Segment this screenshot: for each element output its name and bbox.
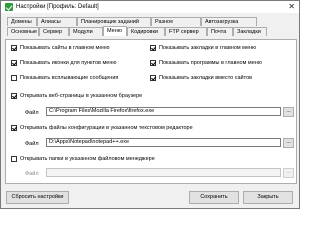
save-button[interactable]: Сохранить bbox=[189, 191, 239, 204]
show-bookmarks-sites-checkbox[interactable] bbox=[150, 75, 156, 81]
show-icons-label: Показывать иконки для пунктов меню bbox=[20, 60, 117, 66]
filemanager-path-field[interactable] bbox=[46, 168, 281, 177]
show-icons-checkbox[interactable] bbox=[11, 60, 17, 66]
filemanager-file-label: Файл bbox=[25, 171, 39, 177]
show-popup-option[interactable]: Показывать всплывающие сообщения bbox=[11, 75, 118, 81]
app-icon bbox=[5, 3, 13, 11]
tab-mail[interactable]: Почта bbox=[207, 27, 233, 36]
editor-checkbox[interactable] bbox=[11, 125, 17, 131]
show-sites-label: Показывать сайты в главном меню bbox=[20, 45, 110, 51]
editor-option-label: Открывать файлы конфигурации в указанном… bbox=[20, 125, 193, 131]
show-programs-checkbox[interactable] bbox=[150, 60, 156, 66]
tab-general[interactable]: Основные bbox=[7, 27, 39, 36]
show-bookmarks-sites-label: Показывать закладки вместо сайтов bbox=[159, 75, 253, 81]
filemanager-option[interactable]: Открывать папки в указанном файловом мен… bbox=[11, 156, 155, 162]
show-sites-checkbox[interactable] bbox=[11, 45, 17, 51]
show-programs-option[interactable]: Показывать программы в главном меню bbox=[150, 60, 262, 66]
tab-menu[interactable]: Меню bbox=[103, 26, 127, 36]
browser-file-label: Файл bbox=[25, 110, 39, 116]
show-bookmarks-option[interactable]: Показывать закладки в главном меню bbox=[150, 45, 256, 51]
window-title: Настройки [Профиль: Default] bbox=[16, 4, 99, 10]
close-button[interactable]: Закрыть bbox=[243, 191, 293, 204]
menu-settings-panel: Показывать сайты в главном меню Показыва… bbox=[5, 39, 297, 184]
browser-checkbox[interactable] bbox=[11, 93, 17, 99]
editor-option[interactable]: Открывать файлы конфигурации в указанном… bbox=[11, 125, 193, 131]
show-sites-option[interactable]: Показывать сайты в главном меню bbox=[11, 45, 110, 51]
tab-aliases[interactable]: Алиасы bbox=[37, 17, 77, 26]
show-bookmarks-sites-option[interactable]: Показывать закладки вместо сайтов bbox=[150, 75, 252, 81]
show-popup-label: Показывать всплывающие сообщения bbox=[20, 75, 119, 81]
reset-settings-button[interactable]: Сбросить настройки bbox=[6, 191, 69, 204]
tab-modules[interactable]: Модули bbox=[69, 27, 103, 36]
show-programs-label: Показывать программы в главном меню bbox=[159, 60, 262, 66]
show-icons-option[interactable]: Показывать иконки для пунктов меню bbox=[11, 60, 117, 66]
browser-option-label: Открывать веб-страницы в указанном брауз… bbox=[20, 93, 143, 99]
filemanager-option-label: Открывать папки в указанном файловом мен… bbox=[20, 156, 155, 162]
filemanager-browse-button[interactable]: ... bbox=[283, 168, 294, 178]
tab-scheduler[interactable]: Планировщик заданий bbox=[77, 17, 151, 26]
tab-server[interactable]: Сервер bbox=[39, 27, 69, 36]
editor-file-label: Файл bbox=[25, 141, 39, 147]
editor-path-field[interactable]: D:\Apps\Notepad\notepad++.exe bbox=[46, 138, 281, 147]
filemanager-checkbox[interactable] bbox=[11, 156, 17, 162]
show-bookmarks-checkbox[interactable] bbox=[150, 45, 156, 51]
close-icon[interactable]: ✕ bbox=[288, 2, 295, 12]
tab-ftp[interactable]: FTP сервер bbox=[165, 27, 207, 36]
browser-browse-button[interactable]: ... bbox=[283, 107, 294, 117]
tab-strip: Домены Алиасы Планировщик заданий Разное… bbox=[5, 15, 297, 41]
tab-autoload[interactable]: Автозагрузка bbox=[201, 17, 257, 26]
tab-domains[interactable]: Домены bbox=[7, 17, 37, 26]
settings-window: Настройки [Профиль: Default] ✕ Домены Ал… bbox=[0, 0, 300, 209]
title-bar: Настройки [Профиль: Default] ✕ bbox=[1, 1, 299, 13]
browser-option[interactable]: Открывать веб-страницы в указанном брауз… bbox=[11, 93, 142, 99]
show-bookmarks-label: Показывать закладки в главном меню bbox=[159, 45, 257, 51]
tab-encodings[interactable]: Кодировки bbox=[127, 27, 165, 36]
tab-bookmarks[interactable]: Закладки bbox=[233, 27, 267, 36]
browser-path-field[interactable]: C:\Program Files\Mozilla Firefox\firefox… bbox=[46, 107, 281, 116]
show-popup-checkbox[interactable] bbox=[11, 75, 17, 81]
editor-browse-button[interactable]: ... bbox=[283, 138, 294, 148]
tab-misc[interactable]: Разное bbox=[151, 17, 201, 26]
